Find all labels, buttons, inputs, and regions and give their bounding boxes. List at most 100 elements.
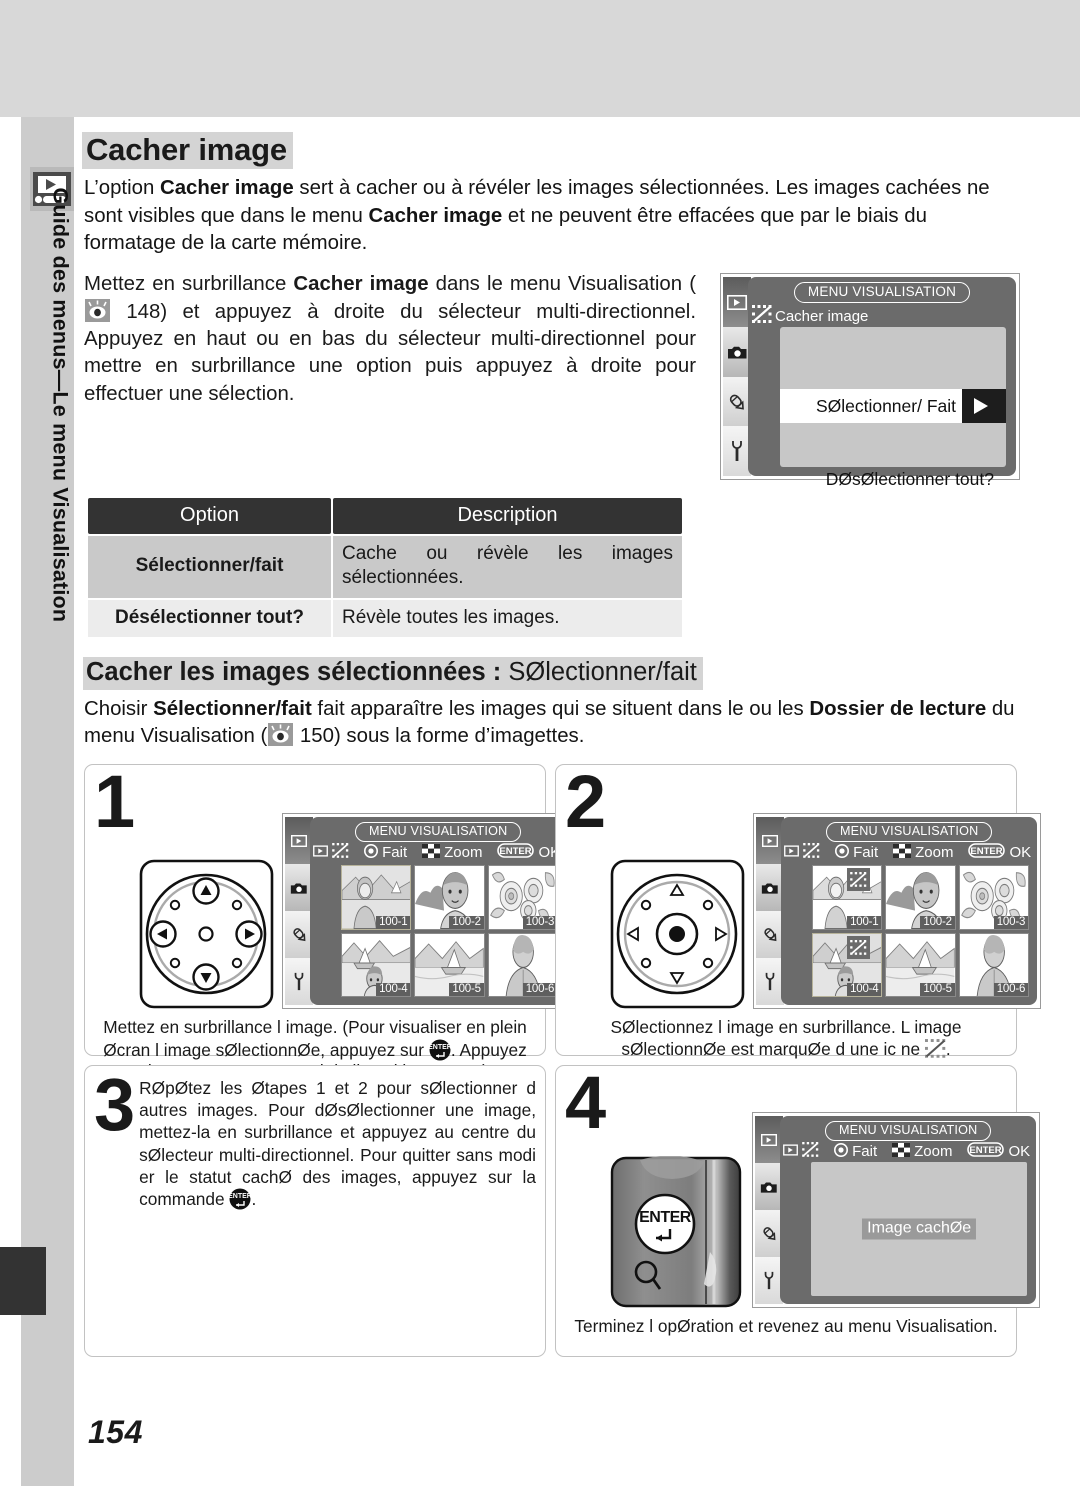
multi-selector-directional <box>139 859 274 1009</box>
thumb2-tab-strip <box>756 817 785 1006</box>
playback-screen-step4: MENU VISUALISATION Fait Zoom ENTER OK Im… <box>752 1112 1041 1309</box>
camera-tab-icon[interactable] <box>755 1163 784 1211</box>
pencil-tab-icon[interactable] <box>755 1210 784 1258</box>
thumb2-zoom-label: Zoom <box>915 844 954 862</box>
thumbnail-cell[interactable]: 100-2 <box>885 865 956 930</box>
subsection-heading-bold: Cacher les images sélectionnées : <box>86 658 509 687</box>
thumbnail-label: 100-3 <box>993 915 1029 929</box>
wrench-tab-icon[interactable] <box>756 958 785 1006</box>
manual-page: Guide des menus—Le menu Visualisation Ca… <box>0 0 1080 1486</box>
pencil-tab-icon[interactable] <box>723 376 751 427</box>
thumbnail-cell[interactable]: 100-4 <box>812 932 883 998</box>
thumb4-fait-label: Fait <box>852 1143 878 1161</box>
table-cell-description: Révèle toutes les images. <box>333 599 682 638</box>
step-1-number: 1 <box>94 760 135 844</box>
thumb4-body: MENU VISUALISATION Fait Zoom ENTER OK Im… <box>780 1116 1037 1305</box>
wrench-tab-icon[interactable] <box>285 958 314 1006</box>
svg-text:ENTER: ENTER <box>639 1209 692 1226</box>
intro-paragraph: L’option Cacher image sert à cacher ou à… <box>84 175 1018 257</box>
thumbnail-label: 100-5 <box>449 983 484 997</box>
thumbnail-cell[interactable]: 100-1 <box>812 865 883 930</box>
svg-text:ENTER: ENTER <box>970 1145 1002 1156</box>
menu-tab-strip <box>723 277 751 477</box>
instruction-paragraph: Mettez en surbrillance Cacher image dans… <box>84 271 696 408</box>
thumbnail-cell[interactable]: 100-3 <box>487 865 559 930</box>
instr-t3: ) et appuyez à droite du sélecteur multi… <box>84 300 696 405</box>
hide-image-icon <box>332 843 349 862</box>
step-3-text-tail: . <box>251 1188 257 1209</box>
thumbnail-label: 100-4 <box>376 983 411 997</box>
hide-image-icon <box>847 868 871 892</box>
step-2-number: 2 <box>565 760 606 844</box>
step-4-top: 4 ENTER MENU VISUALISATION Fait Zoom ENT… <box>565 1061 1041 1309</box>
pencil-tab-icon[interactable] <box>756 911 785 959</box>
thumbnail-cell[interactable]: 100-4 <box>341 932 412 998</box>
thumbnail-screen-step2: MENU VISUALISATION Fait Zoom ENTER OK 10… <box>753 813 1042 1010</box>
thumbnail-screen-step1: MENU VISUALISATION Fait Zoom ENTER OK 10… <box>282 813 571 1010</box>
thumb2-grid: 100-1 100-2 100-3 100-4 100-5 100-6 <box>812 865 1030 998</box>
camera-tab-icon[interactable] <box>756 864 785 912</box>
thumbnail-label: 100-4 <box>847 983 882 997</box>
pencil-tab-icon[interactable] <box>285 911 314 959</box>
camera-tab-icon[interactable] <box>723 326 751 377</box>
thumbnail-cell[interactable]: 100-2 <box>414 865 485 930</box>
subsection-heading-regular: SØlectionner/fait <box>508 658 697 687</box>
camera-tab-icon[interactable] <box>285 864 314 912</box>
thumbnail-cell[interactable]: 100-1 <box>341 865 412 930</box>
step-2-caption-tail: . <box>945 1038 951 1059</box>
playback-image-panel: Image cachØe <box>811 1162 1028 1297</box>
menu-option-selected[interactable]: SØlectionner/ Fait <box>780 389 1006 424</box>
hidden-image-label: Image cachØe <box>862 1218 977 1240</box>
instr-t1: Mettez en surbrillance <box>84 273 294 296</box>
step-2-top: 2 MENU VISUALISATION Fait Zoom ENTER OK … <box>565 760 1042 1010</box>
hide-image-icon <box>802 1142 819 1161</box>
playback-tab-icon[interactable] <box>755 1116 784 1164</box>
right-arrow-icon <box>962 389 1006 424</box>
subsection-paragraph: Choisir Sélectionner/fait fait apparaîtr… <box>84 696 1018 750</box>
instruction-row: Mettez en surbrillance Cacher image dans… <box>84 271 1020 489</box>
thumbnail-cell[interactable]: 100-5 <box>885 932 956 998</box>
table-cell-option: Désélectionner tout? <box>88 599 331 638</box>
content-column: Cacher image L’option Cacher image sert … <box>82 132 1042 1358</box>
playback-tab-icon[interactable] <box>285 817 314 865</box>
thumb2-fait-label: Fait <box>853 844 879 862</box>
sub-b1: Sélectionner/fait <box>153 697 312 720</box>
steps-row-1: 1 MENU VISUALISATION Fait Zoom ENTER OK … <box>84 760 1042 1081</box>
page-title: Cacher image <box>82 132 293 170</box>
table-row: Désélectionner tout? Révèle toutes les i… <box>88 599 682 638</box>
thumb1-grid: 100-1 100-2 100-3 100-4 100-5 100-6 <box>341 865 559 998</box>
svg-text:ENTER: ENTER <box>229 1193 251 1200</box>
center-dot-icon <box>835 843 850 862</box>
instruction-text-col: Mettez en surbrillance Cacher image dans… <box>84 271 696 408</box>
thumb1-body: MENU VISUALISATION Fait Zoom ENTER OK 10… <box>310 817 567 1006</box>
thumbnail-cell[interactable]: 100-6 <box>487 932 559 998</box>
playback-tab-icon[interactable] <box>723 277 751 327</box>
intro-t1: L’option <box>84 177 160 200</box>
thumbnail-label: 100-3 <box>522 915 558 929</box>
thumbnail-cell[interactable]: 100-3 <box>958 865 1030 930</box>
svg-text:ENTER: ENTER <box>429 1044 451 1051</box>
table-row: Sélectionner/fait Cache ou révèle les im… <box>88 536 682 598</box>
step-4-caption: Terminez l opØration et revenez au menu … <box>574 1316 998 1337</box>
thumb1-toolbar: Fait Zoom ENTER OK <box>313 843 560 862</box>
intro-b1: Cacher image <box>159 177 294 200</box>
sub-ref-page: 150 <box>299 724 334 747</box>
step-4-number: 4 <box>565 1061 606 1145</box>
steps-row-2: 3 RØpØtez les Øtapes 1 et 2 pour sØlecti… <box>84 1061 1041 1358</box>
step-2-caption: SØlectionnez l image en surbrillance. L … <box>565 1017 1007 1060</box>
thumbnail-cell[interactable]: 100-5 <box>414 932 485 998</box>
wrench-tab-icon[interactable] <box>723 426 751 477</box>
enter-button-icon: ENTER <box>428 1039 452 1061</box>
center-dot-icon <box>834 1142 849 1161</box>
step-3-text: RØpØtez les Øtapes 1 et 2 pour sØlection… <box>139 1074 536 1210</box>
thumbnail-icon <box>893 843 912 862</box>
wrench-tab-icon[interactable] <box>755 1257 784 1305</box>
menu-option-other[interactable]: DØsØlectionner tout? <box>780 469 1006 490</box>
page-number: 154 <box>88 1414 143 1450</box>
thumbnail-cell[interactable]: 100-6 <box>958 932 1030 998</box>
svg-text:ENTER: ENTER <box>971 846 1003 857</box>
thumb4-title: MENU VISUALISATION <box>780 1121 1036 1141</box>
step-card-3: 3 RØpØtez les Øtapes 1 et 2 pour sØlecti… <box>84 1065 546 1358</box>
menu-screen-col: MENU VISUALISATION Cacher image SØlectio… <box>696 271 1020 489</box>
playback-tab-icon[interactable] <box>756 817 785 865</box>
